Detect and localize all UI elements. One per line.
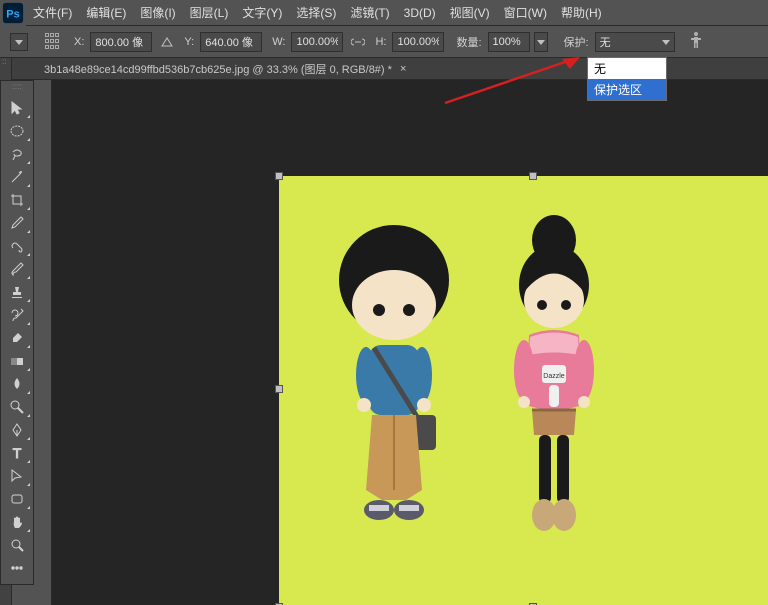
svg-text:T: T (13, 445, 22, 461)
protect-dropdown-menu: 无 保护选区 (587, 57, 667, 101)
transform-handle-ml[interactable] (275, 385, 283, 393)
close-tab-icon[interactable]: × (400, 63, 406, 75)
menu-file[interactable]: 文件(F) (26, 1, 79, 24)
canvas-area: Dazzle (34, 80, 768, 605)
document-tab-title[interactable]: 3b1a48e89ce14cd99ffbd536b7cb625e.jpg @ 3… (44, 61, 392, 77)
menu-select[interactable]: 选择(S) (289, 1, 343, 24)
tool-preset-picker[interactable] (10, 33, 28, 51)
h-label: H: (375, 36, 386, 48)
tools-panel: :::: T (0, 80, 34, 585)
tool-dodge[interactable] (3, 396, 31, 418)
svg-text:Dazzle: Dazzle (543, 373, 565, 380)
menu-view[interactable]: 视图(V) (443, 1, 497, 24)
menu-edit[interactable]: 编辑(E) (79, 1, 133, 24)
tool-hand[interactable] (3, 511, 31, 533)
options-bar: X: Y: W: H: 数量: 保护: 无 (0, 26, 768, 58)
transform-handle-tl[interactable] (275, 172, 283, 180)
tools-drag-handle[interactable]: :::: (1, 85, 33, 95)
h-input[interactable] (392, 32, 444, 52)
tool-magic-wand[interactable] (3, 166, 31, 188)
tool-eraser[interactable] (3, 327, 31, 349)
transform-handle-tm[interactable] (529, 172, 537, 180)
tool-eyedropper[interactable] (3, 212, 31, 234)
w-label: W: (272, 36, 285, 48)
x-label: X: (74, 36, 84, 48)
protect-value: 无 (600, 34, 611, 50)
tool-text[interactable]: T (3, 442, 31, 464)
protect-option-protect[interactable]: 保护选区 (588, 79, 666, 100)
tool-zoom[interactable] (3, 534, 31, 556)
tool-more[interactable] (3, 557, 31, 579)
tool-path-select[interactable] (3, 465, 31, 487)
tool-shape[interactable] (3, 488, 31, 510)
tool-brush[interactable] (3, 258, 31, 280)
menu-image[interactable]: 图像(I) (133, 1, 182, 24)
y-label: Y: (184, 36, 194, 48)
tool-pen[interactable] (3, 419, 31, 441)
tool-lasso[interactable] (3, 143, 31, 165)
y-input[interactable] (200, 32, 262, 52)
svg-text:Ps: Ps (6, 8, 19, 20)
quantity-dropdown[interactable] (534, 32, 548, 52)
menu-help[interactable]: 帮助(H) (554, 1, 609, 24)
alignment-grid-icon[interactable] (44, 33, 62, 51)
menu-filter[interactable]: 滤镜(T) (343, 1, 396, 24)
menu-bar: Ps 文件(F) 编辑(E) 图像(I) 图层(L) 文字(Y) 选择(S) 滤… (0, 0, 768, 26)
tool-move[interactable] (3, 97, 31, 119)
ps-logo: Ps (0, 0, 26, 26)
w-input[interactable] (291, 32, 343, 52)
quantity-input[interactable] (488, 32, 530, 52)
tool-healing[interactable] (3, 235, 31, 257)
figure-icon[interactable] (689, 31, 703, 52)
tool-blur[interactable] (3, 373, 31, 395)
menu-window[interactable]: 窗口(W) (497, 1, 554, 24)
menu-type[interactable]: 文字(Y) (235, 1, 289, 24)
tool-stamp[interactable] (3, 281, 31, 303)
tool-gradient[interactable] (3, 350, 31, 372)
link-wh-icon[interactable] (349, 33, 367, 51)
menu-layer[interactable]: 图层(L) (183, 1, 236, 24)
protect-option-none[interactable]: 无 (588, 58, 666, 79)
tool-marquee[interactable] (3, 120, 31, 142)
quantity-label: 数量: (456, 34, 481, 50)
ruler-vertical (34, 80, 52, 605)
menu-3d[interactable]: 3D(D) (397, 3, 443, 23)
illustration-boy (324, 210, 464, 600)
protect-select[interactable]: 无 (595, 32, 675, 52)
triangle-icon (158, 33, 176, 51)
protect-label: 保护: (564, 34, 589, 50)
x-input[interactable] (90, 32, 152, 52)
illustration-girl: Dazzle (494, 210, 614, 600)
tool-history-brush[interactable] (3, 304, 31, 326)
tool-crop[interactable] (3, 189, 31, 211)
